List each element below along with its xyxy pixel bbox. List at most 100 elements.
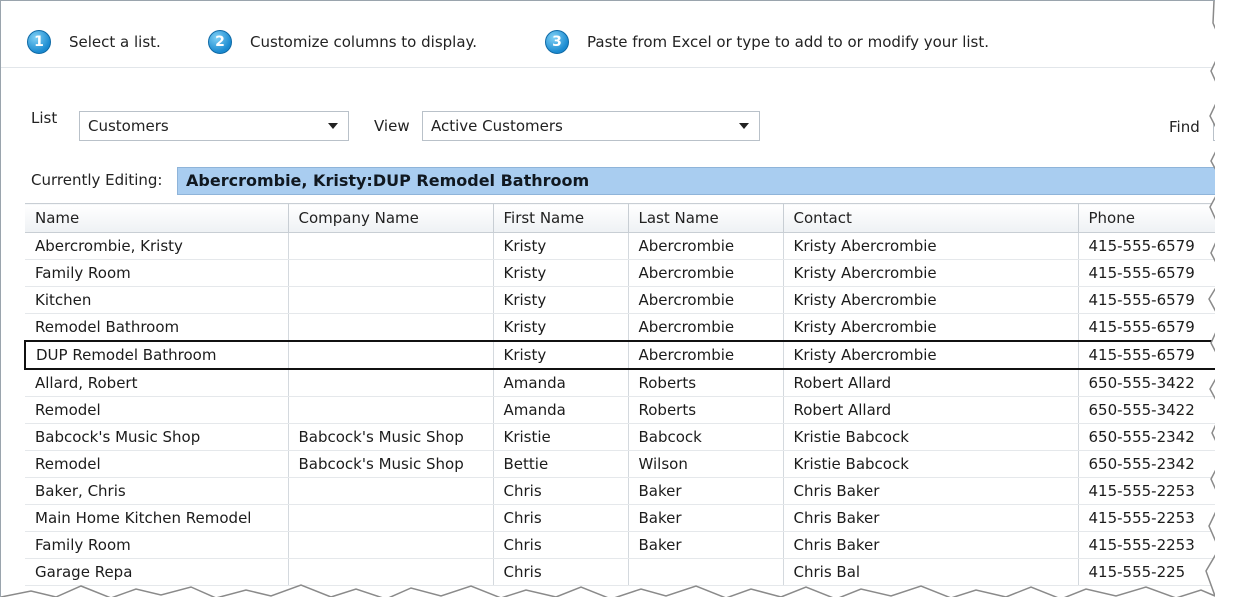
table-cell[interactable]: Abercrombie — [628, 286, 784, 314]
table-cell[interactable]: Chris — [493, 558, 629, 586]
table-row[interactable]: Family Room Kristy Abercrombie Kristy Aberc… — [25, 259, 1215, 287]
table-cell[interactable]: 415-555-225 — [1078, 558, 1215, 586]
table-cell[interactable] — [288, 477, 494, 505]
table-cell[interactable]: 415-555-2253 — [1078, 504, 1215, 532]
table-row[interactable]: Main Home Kitchen Remodel Chris Baker Chris… — [25, 504, 1215, 532]
table-cell[interactable]: Chris Baker — [783, 531, 1079, 559]
table-cell[interactable]: Kristie Babcock — [783, 423, 1079, 451]
table-cell[interactable] — [288, 286, 494, 314]
table-row[interactable]: Baker, Chris Chris Baker Chris Baker 415-555… — [25, 477, 1215, 505]
table-cell[interactable] — [288, 340, 494, 370]
table-cell[interactable]: Kristy — [493, 313, 629, 342]
table-cell[interactable] — [288, 313, 494, 342]
table-cell[interactable] — [288, 232, 494, 260]
table-cell[interactable]: 650-555-3422 — [1078, 369, 1215, 397]
table-cell[interactable] — [288, 504, 494, 532]
table-cell[interactable]: Babcock's Music Shop — [288, 450, 494, 478]
table-cell[interactable]: Robert Allard — [783, 369, 1079, 397]
column-header[interactable]: First Name — [493, 203, 629, 233]
view-select[interactable]: Active Customers — [422, 111, 760, 141]
table-cell[interactable] — [288, 259, 494, 287]
table-cell[interactable]: Kristy — [493, 232, 629, 260]
table-cell[interactable]: Kristy Abercrombie — [783, 286, 1079, 314]
table-cell[interactable] — [628, 558, 784, 586]
table-row[interactable]: Remodel Babcock's Music Shop Bettie Wilson K… — [25, 450, 1215, 478]
table-cell[interactable]: 415-555-6579 — [1078, 340, 1215, 370]
table-cell[interactable]: 415-555-6579 — [1078, 259, 1215, 287]
table-cell[interactable]: Abercrombie — [628, 232, 784, 260]
table-row[interactable]: Abercrombie, Kristy Kristy Abercrombie Kris… — [25, 232, 1215, 260]
table-cell[interactable]: 650-555-2342 — [1078, 450, 1215, 478]
table-cell[interactable]: Allard, Robert — [25, 369, 289, 397]
table-cell[interactable]: DUP Remodel Bathroom — [24, 340, 289, 370]
table-cell[interactable]: Amanda — [493, 369, 629, 397]
table-cell[interactable]: Remodel — [25, 396, 289, 424]
table-cell[interactable]: Babcock — [628, 423, 784, 451]
table-cell[interactable]: Chris — [493, 477, 629, 505]
table-cell[interactable]: Kitchen — [25, 286, 289, 314]
table-cell[interactable]: Chris — [493, 504, 629, 532]
list-select[interactable]: Customers — [79, 111, 349, 141]
column-header[interactable]: Phone — [1078, 203, 1215, 233]
table-cell[interactable]: Robert Allard — [783, 396, 1079, 424]
table-cell[interactable]: Baker — [628, 477, 784, 505]
table-row[interactable]: Babcock's Music Shop Babcock's Music Shop… — [25, 423, 1215, 451]
table-cell[interactable]: Baker — [628, 531, 784, 559]
table-cell[interactable]: Chris Baker — [783, 504, 1079, 532]
column-header[interactable]: Contact — [783, 203, 1079, 233]
table-cell[interactable]: Babcock's Music Shop — [288, 423, 494, 451]
table-cell[interactable] — [288, 531, 494, 559]
table-cell[interactable]: 650-555-2342 — [1078, 423, 1215, 451]
chevron-down-icon[interactable] — [328, 123, 338, 129]
find-input[interactable] — [1213, 111, 1215, 141]
table-row[interactable]: Family Room Chris Baker Chris Baker 415-555-… — [25, 531, 1215, 559]
table-cell[interactable]: Kristie — [493, 423, 629, 451]
table-cell[interactable] — [288, 558, 494, 586]
table-cell[interactable]: Roberts — [628, 396, 784, 424]
table-cell[interactable]: 415-555-2253 — [1078, 477, 1215, 505]
table-cell[interactable]: Bettie — [493, 450, 629, 478]
table-cell[interactable] — [288, 396, 494, 424]
table-cell[interactable]: 415-555-6579 — [1078, 232, 1215, 260]
table-cell[interactable]: Remodel — [25, 450, 289, 478]
table-row[interactable]: Remodel Bathroom Kristy Abercrombie Kristy … — [25, 313, 1215, 342]
table-cell[interactable] — [288, 369, 494, 397]
table-cell[interactable]: 415-555-6579 — [1078, 313, 1215, 342]
table-cell[interactable]: Garage Repa — [25, 558, 289, 586]
table-row[interactable]: Remodel Amanda Roberts Robert Allard 650-555… — [25, 396, 1215, 424]
table-cell[interactable]: Chris Baker — [783, 477, 1079, 505]
table-cell[interactable]: Chris Bal — [783, 558, 1079, 586]
table-row[interactable]: Kitchen Kristy Abercrombie Kristy Abercromb… — [25, 286, 1215, 314]
table-cell[interactable]: Abercrombie — [628, 259, 784, 287]
column-header[interactable]: Company Name — [288, 203, 494, 233]
table-cell[interactable]: 415-555-6579 — [1078, 286, 1215, 314]
table-cell[interactable]: Abercrombie — [628, 313, 784, 342]
table-cell[interactable]: Kristy — [493, 259, 629, 287]
chevron-down-icon[interactable] — [739, 123, 749, 129]
table-row[interactable]: Allard, Robert Amanda Roberts Robert Allard… — [25, 369, 1215, 397]
table-cell[interactable]: 415-555-2253 — [1078, 531, 1215, 559]
table-cell[interactable]: Remodel Bathroom — [25, 313, 289, 342]
table-cell[interactable]: Amanda — [493, 396, 629, 424]
column-header[interactable]: Last Name — [628, 203, 784, 233]
table-row[interactable]: Garage Repa Chris Chris Bal 415-555-225 — [25, 558, 1215, 586]
table-cell[interactable]: Kristy Abercrombie — [783, 232, 1079, 260]
table-cell[interactable]: Kristy — [493, 286, 629, 314]
table-cell[interactable]: Kristy Abercrombie — [783, 340, 1079, 370]
table-cell[interactable]: Family Room — [25, 259, 289, 287]
table-cell[interactable]: Kristy Abercrombie — [783, 259, 1079, 287]
table-cell[interactable]: Chris — [493, 531, 629, 559]
table-cell[interactable]: 650-555-3422 — [1078, 396, 1215, 424]
table-cell[interactable]: Main Home Kitchen Remodel — [25, 504, 289, 532]
table-cell[interactable]: Babcock's Music Shop — [25, 423, 289, 451]
table-cell[interactable]: Abercrombie — [628, 340, 784, 370]
table-row[interactable]: DUP Remodel Bathroom Kristy Abercrombie Kri… — [24, 340, 1215, 370]
table-cell[interactable]: Kristy Abercrombie — [783, 313, 1079, 342]
table-cell[interactable]: Baker — [628, 504, 784, 532]
table-cell[interactable]: Roberts — [628, 369, 784, 397]
table-cell[interactable]: Kristy — [493, 340, 629, 370]
column-header[interactable]: Name — [25, 203, 289, 233]
table-cell[interactable]: Kristie Babcock — [783, 450, 1079, 478]
table-cell[interactable]: Baker, Chris — [25, 477, 289, 505]
table-cell[interactable]: Abercrombie, Kristy — [25, 232, 289, 260]
